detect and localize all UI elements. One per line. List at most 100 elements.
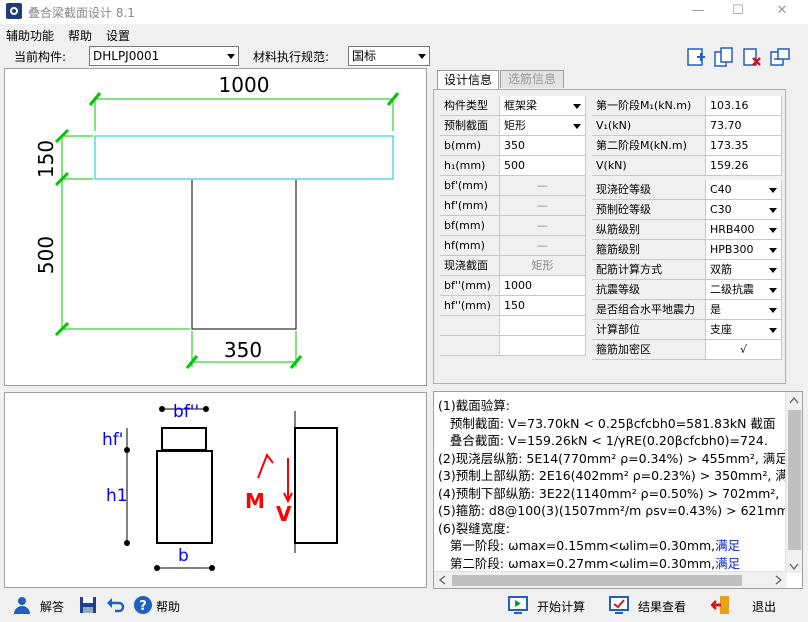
sketch-h1-label: h1 <box>106 486 128 506</box>
dim-web-height: 500 <box>34 236 58 274</box>
export-component-icon[interactable] <box>769 46 791 68</box>
copy-component-icon[interactable] <box>713 46 735 68</box>
component-select-value: DHLPJ0001 <box>93 49 160 63</box>
right-grid-value-text: HPB300 <box>710 243 754 256</box>
left-grid-value[interactable] <box>500 336 586 356</box>
left-grid-label: hf''(mm) <box>440 296 500 316</box>
svg-text:?: ? <box>139 599 147 614</box>
start-calc-icon[interactable] <box>508 595 528 615</box>
right-grid-label: 第一阶段M₁(kN.m) <box>592 96 706 116</box>
left-grid-value-text: — <box>537 179 548 192</box>
right-grid-value[interactable]: 支座 <box>706 320 782 340</box>
right-grid-label: 现浇砼等级 <box>592 180 706 200</box>
help-icon[interactable]: ? <box>133 595 153 615</box>
left-grid-value[interactable]: 350 <box>500 136 586 156</box>
chevron-down-icon[interactable] <box>766 182 779 197</box>
start-calc-button[interactable]: 开始计算 <box>537 598 585 615</box>
menu-help[interactable]: 帮助 <box>68 27 92 44</box>
exit-button[interactable]: 退出 <box>752 598 776 615</box>
result-line-text: (3)预制上部纵筋: 2E16(402mm² ρ=0.23%) > 350mm²… <box>438 468 788 483</box>
left-grid-value: — <box>500 216 586 236</box>
minimize-button[interactable]: — <box>678 0 718 24</box>
tab-design-info[interactable]: 设计信息 <box>437 70 499 90</box>
chevron-down-icon[interactable] <box>766 302 779 317</box>
right-grid-value[interactable]: HRB400 <box>706 220 782 240</box>
right-grid-label: 是否组合水平地震力 <box>592 300 706 320</box>
code-label: 材料执行规范: <box>253 50 330 64</box>
view-results-button[interactable]: 结果查看 <box>638 598 686 615</box>
exit-icon[interactable] <box>711 595 731 615</box>
chevron-down-icon[interactable] <box>766 262 779 277</box>
result-line-text: (6)裂缝宽度: <box>438 520 510 536</box>
maximize-button[interactable]: ☐ <box>718 0 758 24</box>
left-grid-label: b(mm) <box>440 136 500 156</box>
menu-tools[interactable]: 辅助功能 <box>6 27 54 44</box>
left-grid-value-text: 矩形 <box>504 119 526 132</box>
results-vertical-scrollbar[interactable] <box>785 392 802 573</box>
right-grid-value[interactable]: 双筋 <box>706 260 782 280</box>
right-grid-value-text: 双筋 <box>710 263 732 276</box>
right-grid-value[interactable]: C40 <box>706 180 782 200</box>
sketch-m-label: M <box>245 489 265 513</box>
right-grid-value[interactable]: C30 <box>706 200 782 220</box>
right-grid-value[interactable]: 103.16 <box>706 96 782 116</box>
right-grid-value-text: 二级抗震 <box>710 283 754 296</box>
right-grid-value-text: C30 <box>710 203 732 216</box>
right-grid-value[interactable]: 二级抗震 <box>706 280 782 300</box>
results-horizontal-scrollbar[interactable] <box>434 571 787 588</box>
right-grid-value-text: 是 <box>710 303 721 316</box>
left-grid-label: 构件类型 <box>440 96 500 116</box>
close-button[interactable]: ✕ <box>762 0 802 24</box>
command-bar: 解答 ? 帮助 开始计算 结果查看 退出 <box>0 592 808 620</box>
left-grid-label: 预制截面 <box>440 116 500 136</box>
left-grid-value-text: 350 <box>504 139 525 152</box>
left-grid-value[interactable]: 框架梁 <box>500 96 586 116</box>
right-grid-label: V₁(kN) <box>592 116 706 136</box>
app-icon <box>6 3 22 19</box>
left-grid-value-text: 1000 <box>504 279 532 292</box>
result-line: (5)箍筋: d8@100(3)(1507mm²/m ρsv=0.43%) > … <box>438 500 802 519</box>
help-button[interactable]: 帮助 <box>156 598 180 615</box>
right-grid-value[interactable]: √ <box>706 340 782 360</box>
left-grid-value[interactable] <box>500 316 586 336</box>
dim-top-width: 1000 <box>219 73 270 97</box>
left-grid-value[interactable]: 1000 <box>500 276 586 296</box>
chevron-down-icon[interactable] <box>766 242 779 257</box>
tab-selected-info[interactable]: 选筋信息 <box>500 70 564 88</box>
new-component-icon[interactable] <box>685 46 707 68</box>
delete-component-icon[interactable] <box>741 46 763 68</box>
right-grid-value[interactable]: 159.26 <box>706 156 782 176</box>
right-grid-value-text: 支座 <box>710 323 732 336</box>
right-grid-label: 第二阶段M(kN.m) <box>592 136 706 156</box>
right-grid-value[interactable]: 是 <box>706 300 782 320</box>
result-line: 第一阶段: ωmax=0.15mm<ωlim=0.30mm,满足 <box>438 535 740 554</box>
left-grid-value[interactable]: 矩形 <box>500 116 586 136</box>
chevron-down-icon[interactable] <box>766 222 779 237</box>
left-grid-value[interactable]: 500 <box>500 156 586 176</box>
save-icon[interactable] <box>78 595 98 615</box>
sketch-hf-label: hf' <box>102 430 123 450</box>
dim-web-width: 350 <box>224 338 262 362</box>
component-select[interactable]: DHLPJ0001 <box>89 46 239 66</box>
menu-settings[interactable]: 设置 <box>106 27 130 44</box>
right-grid-value[interactable]: 73.70 <box>706 116 782 136</box>
chevron-down-icon[interactable] <box>766 282 779 297</box>
result-line-text: 第二阶段: ωmax=0.27mm<ωlim=0.30mm, <box>438 555 716 571</box>
right-grid-value[interactable]: HPB300 <box>706 240 782 260</box>
left-grid-label: hf'(mm) <box>440 196 500 216</box>
view-results-icon[interactable] <box>609 595 629 615</box>
chevron-down-icon[interactable] <box>570 118 583 133</box>
undo-icon[interactable] <box>105 595 125 615</box>
chevron-down-icon[interactable] <box>766 202 779 217</box>
result-line: 预制截面: V=73.70kN < 0.25βcfcbh0=581.83kN 截… <box>438 413 776 432</box>
chevron-down-icon[interactable] <box>766 322 779 337</box>
result-line-text: (2)现浇层纵筋: 5E14(770mm² ρ=0.34%) > 455mm²,… <box>438 450 788 466</box>
left-grid-label: h₁(mm) <box>440 156 500 176</box>
solve-button[interactable]: 解答 <box>40 598 64 615</box>
chevron-down-icon[interactable] <box>570 98 583 113</box>
right-grid-value[interactable]: 173.35 <box>706 136 782 156</box>
code-select[interactable]: 国标 <box>348 46 430 66</box>
title-bar: 叠合梁截面设计 8.1 — ☐ ✕ <box>0 0 808 24</box>
left-grid-value[interactable]: 150 <box>500 296 586 316</box>
solve-icon[interactable] <box>12 595 32 615</box>
